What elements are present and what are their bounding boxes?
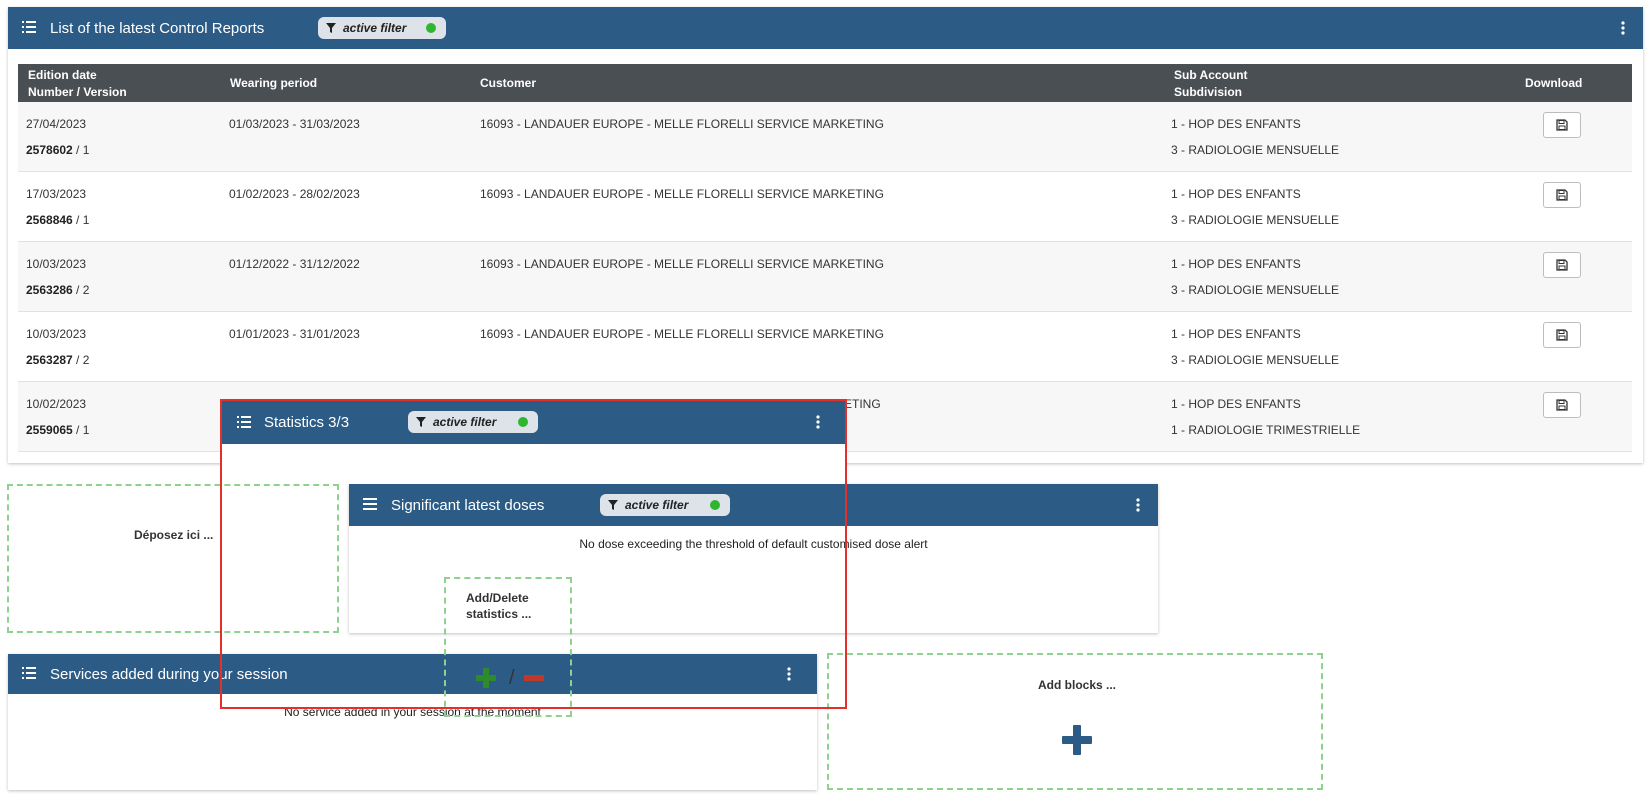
number-version: 2559065 / 1 [26, 423, 89, 437]
report-number: 2568846 [26, 213, 73, 227]
table-row: 27/04/2023 2578602 / 1 01/03/2023 - 31/03/… [18, 102, 1632, 172]
download-button[interactable] [1543, 112, 1581, 138]
report-version: / 1 [72, 423, 90, 437]
add-blocks-label: Add blocks ... [1038, 678, 1117, 692]
customer: 16093 - LANDAUER EUROPE - MELLE FLORELLI… [480, 187, 884, 201]
customer: 16093 - LANDAUER EUROPE - MELLE FLORELLI… [480, 257, 884, 271]
sub-account: 1 - HOP DES ENFANTS [1171, 327, 1301, 341]
customer: 16093 - LANDAUER EUROPE - MELLE FLORELLI… [480, 117, 884, 131]
wearing-period: 01/01/2023 - 31/01/2023 [229, 327, 360, 341]
number-version: 2568846 / 1 [26, 213, 89, 227]
table-row: 10/03/2023 2563286 / 2 01/12/2022 - 31/12/… [18, 242, 1632, 312]
col-sub-account[interactable]: Sub Account [1174, 68, 1248, 82]
reports-table: Edition date Number / Version Wearing pe… [18, 64, 1632, 452]
number-version: 2578602 / 1 [26, 143, 89, 157]
report-number: 2559065 [26, 423, 73, 437]
subdivision: 1 - RADIOLOGIE TRIMESTRIELLE [1171, 423, 1361, 437]
customer: 16093 - LANDAUER EUROPE - MELLE FLORELLI… [480, 327, 884, 341]
report-number: 2563287 [26, 353, 73, 367]
edition-date: 10/02/2023 [26, 397, 87, 411]
add-blocks-zone[interactable]: Add blocks ... [827, 653, 1323, 790]
subdivision: 3 - RADIOLOGIE MENSUELLE [1171, 283, 1340, 297]
wearing-period: 01/03/2023 - 31/03/2023 [229, 117, 360, 131]
report-number: 2563286 [26, 283, 73, 297]
kebab-menu-icon[interactable] [1621, 21, 1625, 35]
report-version: / 2 [72, 283, 90, 297]
report-version: / 1 [72, 143, 90, 157]
active-filter-badge[interactable]: active filter [318, 17, 446, 39]
kebab-menu-icon[interactable] [1136, 498, 1140, 512]
col-download: Download [1525, 76, 1583, 90]
subdivision: 3 - RADIOLOGIE MENSUELLE [1171, 143, 1340, 157]
report-number: 2578602 [26, 143, 73, 157]
funnel-icon [326, 23, 336, 33]
col-customer[interactable]: Customer [480, 76, 536, 90]
customer: ETING [844, 397, 881, 411]
plus-icon[interactable] [1062, 725, 1092, 755]
download-button[interactable] [1543, 252, 1581, 278]
edition-date: 27/04/2023 [26, 117, 87, 131]
report-version: / 1 [72, 213, 90, 227]
wearing-period: 01/12/2022 - 31/12/2022 [229, 257, 360, 271]
subdivision: 3 - RADIOLOGIE MENSUELLE [1171, 353, 1340, 367]
sub-account: 1 - HOP DES ENFANTS [1171, 117, 1301, 131]
save-icon [1556, 119, 1568, 131]
save-icon [1556, 329, 1568, 341]
download-button[interactable] [1543, 182, 1581, 208]
subdivision: 3 - RADIOLOGIE MENSUELLE [1171, 213, 1340, 227]
col-number-version[interactable]: Number / Version [28, 85, 127, 99]
number-version: 2563287 / 2 [26, 353, 89, 367]
edition-date: 17/03/2023 [26, 187, 87, 201]
sub-account: 1 - HOP DES ENFANTS [1171, 187, 1301, 201]
list-icon [22, 21, 36, 33]
save-icon [1556, 189, 1568, 201]
number-version: 2563286 / 2 [26, 283, 89, 297]
control-reports-header: List of the latest Control Reports activ… [8, 7, 1643, 49]
table-row: 10/03/2023 2563287 / 2 01/01/2023 - 31/01/… [18, 312, 1632, 382]
col-wearing-period[interactable]: Wearing period [230, 76, 317, 90]
col-edition-date[interactable]: Edition date [28, 68, 97, 82]
drop-zone-label: Déposez ici ... [134, 528, 214, 542]
save-icon [1556, 399, 1568, 411]
sub-account: 1 - HOP DES ENFANTS [1171, 397, 1301, 411]
download-button[interactable] [1543, 322, 1581, 348]
table-row: 17/03/2023 2568846 / 1 01/02/2023 - 28/02/… [18, 172, 1632, 242]
panel-title: List of the latest Control Reports [50, 19, 265, 37]
save-icon [1556, 259, 1568, 271]
filter-status-dot [426, 23, 436, 33]
edition-date: 10/03/2023 [26, 257, 87, 271]
table-header: Edition date Number / Version Wearing pe… [18, 64, 1632, 102]
report-version: / 2 [72, 353, 90, 367]
col-subdivision[interactable]: Subdivision [1174, 85, 1242, 99]
control-reports-panel: List of the latest Control Reports activ… [8, 7, 1643, 463]
drag-highlight-frame [220, 399, 847, 709]
list-icon [22, 667, 36, 679]
wearing-period: 01/02/2023 - 28/02/2023 [229, 187, 360, 201]
filter-label: active filter [343, 21, 407, 35]
download-button[interactable] [1543, 392, 1581, 418]
edition-date: 10/03/2023 [26, 327, 87, 341]
sub-account: 1 - HOP DES ENFANTS [1171, 257, 1301, 271]
